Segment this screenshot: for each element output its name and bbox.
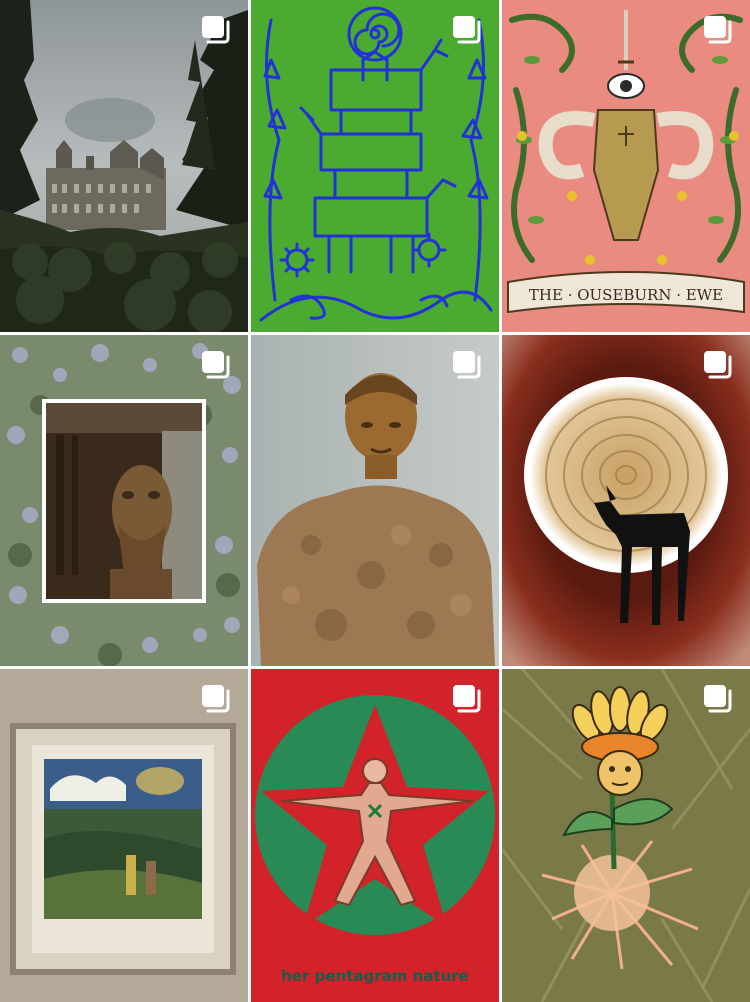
post-image-carved-face <box>0 335 248 666</box>
multiple-posts-icon <box>453 16 481 44</box>
post-tile-horse-sun[interactable] <box>502 335 750 666</box>
post-image-ram-skull: THE · OUSEBURN · EWE <box>502 0 750 332</box>
multiple-posts-icon <box>202 685 230 713</box>
post-tile-carved-face[interactable] <box>0 335 248 666</box>
post-tile-dandelion[interactable] <box>502 669 750 1002</box>
post-image-dandelion <box>502 669 750 1002</box>
post-tile-mansion[interactable] <box>0 0 248 332</box>
post-image-mansion <box>0 0 248 332</box>
multiple-posts-icon <box>453 351 481 379</box>
post-tile-deer-drawing[interactable] <box>251 0 499 332</box>
post-image-pentagram: her pentagram nature <box>251 669 499 1002</box>
banner-text: THE · OUSEBURN · EWE <box>529 286 723 304</box>
multiple-posts-icon <box>704 16 732 44</box>
post-tile-ram-skull[interactable]: THE · OUSEBURN · EWE <box>502 0 750 332</box>
post-image-deer-drawing <box>251 0 499 332</box>
multiple-posts-icon <box>704 351 732 379</box>
post-tile-pentagram[interactable]: her pentagram nature <box>251 669 499 1002</box>
multiple-posts-icon <box>704 685 732 713</box>
post-image-terracotta-bust <box>251 335 499 666</box>
post-image-framed-painting <box>0 669 248 1002</box>
post-caption: her pentagram nature <box>281 967 469 985</box>
post-tile-framed-painting[interactable] <box>0 669 248 1002</box>
multiple-posts-icon <box>453 685 481 713</box>
multiple-posts-icon <box>202 351 230 379</box>
post-tile-terracotta-bust[interactable] <box>251 335 499 666</box>
post-image-horse-sun <box>502 335 750 666</box>
post-grid: THE · OUSEBURN · EWE her pentagram natur… <box>0 0 750 1002</box>
multiple-posts-icon <box>202 16 230 44</box>
